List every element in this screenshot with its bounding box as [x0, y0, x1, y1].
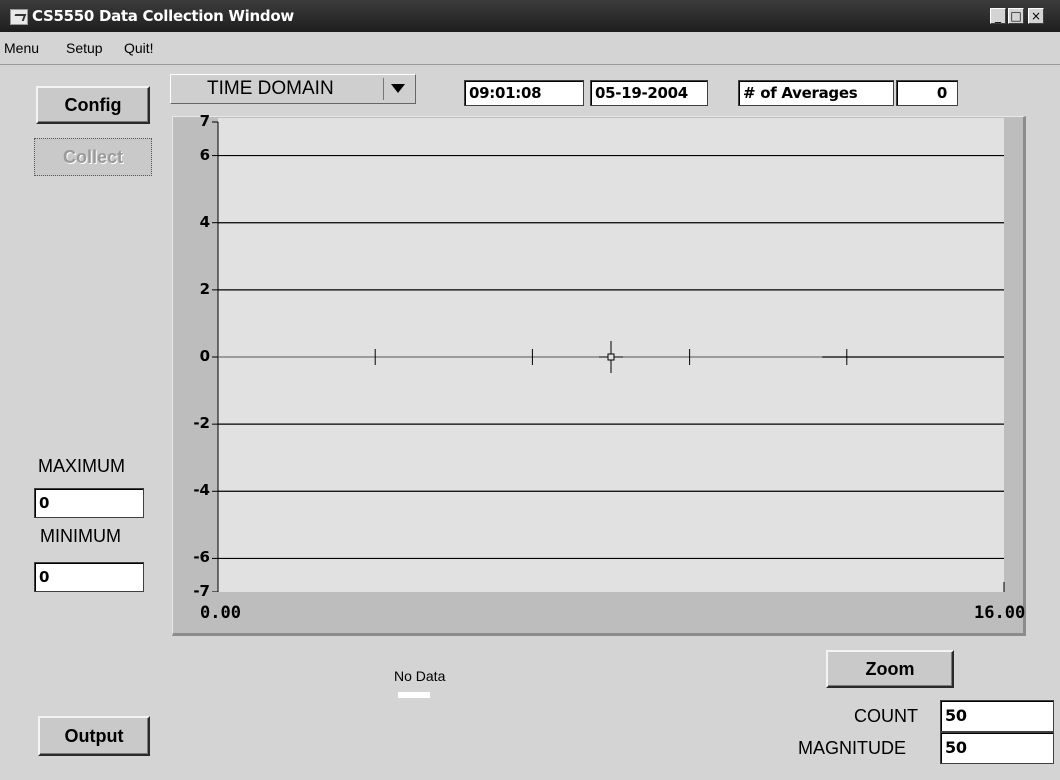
app-icon: [10, 9, 28, 25]
count-label: COUNT: [854, 706, 918, 726]
count-field[interactable]: 50: [940, 700, 1054, 732]
y-tick-label: 7: [199, 112, 210, 130]
minimize-button[interactable]: _: [990, 8, 1006, 24]
menu-item-quit[interactable]: Quit!: [124, 40, 154, 56]
legend-swatch: [398, 692, 430, 698]
menu-item-menu[interactable]: Menu: [4, 40, 39, 56]
cursor-box: [607, 353, 615, 361]
close-button[interactable]: ×: [1028, 8, 1044, 24]
output-button[interactable]: Output: [38, 716, 150, 756]
y-tick-label: 2: [199, 279, 210, 298]
y-tick-label: 4: [199, 212, 210, 231]
y-tick-label: -7: [193, 582, 210, 600]
collect-button[interactable]: Collect: [34, 138, 152, 176]
maximum-field[interactable]: 0: [34, 488, 144, 518]
time-domain-plot[interactable]: [186, 118, 1006, 592]
menu-item-setup[interactable]: Setup: [66, 40, 103, 56]
x-tick-label: 16.00: [974, 603, 1026, 623]
y-tick-label: -4: [193, 481, 210, 500]
maximum-label: MAXIMUM: [38, 456, 125, 476]
maximize-button[interactable]: □: [1008, 8, 1024, 24]
menu-bar: Menu Setup Quit!: [0, 32, 1060, 65]
minimum-field[interactable]: 0: [34, 562, 144, 592]
magnitude-field[interactable]: 50: [940, 732, 1054, 764]
y-tick-label: 6: [199, 145, 210, 164]
zoom-button[interactable]: Zoom: [826, 650, 954, 688]
minimum-label: MINIMUM: [40, 526, 121, 546]
mode-select-value: TIME DOMAIN: [207, 78, 334, 99]
chevron-down-icon[interactable]: [391, 84, 405, 93]
mode-select[interactable]: TIME DOMAIN: [170, 74, 416, 104]
dropdown-separator: [383, 78, 384, 100]
x-tick-label: 0.00: [200, 603, 241, 623]
magnitude-label: MAGNITUDE: [798, 738, 906, 758]
legend-label: No Data: [394, 668, 446, 684]
y-tick-label: -6: [193, 548, 210, 567]
y-tick-label: 0: [199, 347, 210, 365]
date-field: 05-19-2004: [590, 80, 708, 106]
y-tick-label: -2: [193, 414, 210, 433]
time-field: 09:01:08: [464, 80, 584, 106]
title-bar: CS5550 Data Collection Window _ □ ×: [0, 0, 1060, 32]
window-title: CS5550 Data Collection Window: [32, 7, 294, 25]
averages-value: 0: [896, 80, 958, 106]
averages-label: # of Averages: [738, 80, 894, 106]
config-button[interactable]: Config: [36, 86, 150, 124]
